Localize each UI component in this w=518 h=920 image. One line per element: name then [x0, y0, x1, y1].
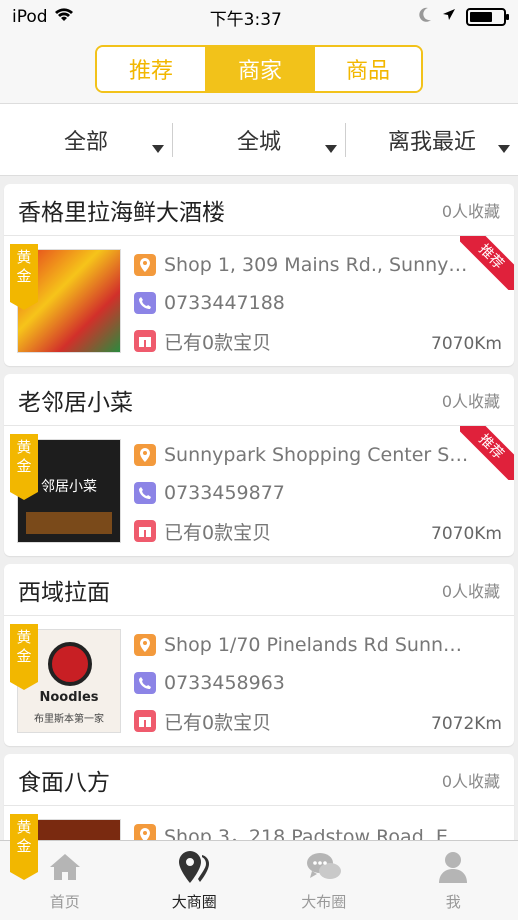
filter-category-label: 全部: [63, 129, 108, 155]
recommend-ribbon: 推荐: [460, 426, 514, 480]
shop-distance: 7070Km: [431, 524, 502, 544]
favorites-count: 0人收藏: [441, 581, 500, 601]
tab-community-label: 大布圈: [301, 893, 347, 911]
segmented-control: 推荐 商家 商品: [95, 44, 423, 93]
shop-name: 老邻居小菜: [18, 389, 133, 416]
gold-badge: 黄金: [10, 434, 38, 500]
gold-badge: 黄金: [10, 814, 38, 880]
recommend-ribbon-label: 推荐: [460, 426, 514, 480]
shop-name: 西域拉面: [18, 579, 110, 606]
location-pin-icon: [134, 444, 156, 466]
shop-distance: 7070Km: [431, 334, 502, 354]
segment-recommend[interactable]: 推荐: [97, 46, 205, 91]
clock: 下午3:37: [209, 9, 282, 30]
status-bar: iPod 下午3:37: [0, 0, 518, 34]
shop-address: Shop 1/70 Pinelands Rd Sunn…: [164, 634, 463, 656]
favorites-count: 0人收藏: [441, 391, 500, 411]
chat-bubbles-icon: [306, 849, 342, 885]
shop-card[interactable]: 香格里拉海鲜大酒楼 0人收藏 黄金 Shop 1, 309 Mains Rd.,…: [4, 184, 514, 366]
segment-merchants[interactable]: 商家: [205, 46, 313, 91]
favorites-count: 0人收藏: [441, 201, 500, 221]
filter-area-label: 全城: [236, 129, 281, 155]
shop-card[interactable]: 老邻居小菜 0人收藏 黄金 邻居小菜 Sunnypark Shopping Ce…: [4, 374, 514, 556]
recommend-ribbon: 推荐: [460, 236, 514, 290]
segment-products[interactable]: 商品: [313, 46, 421, 91]
phone-icon: [134, 482, 156, 504]
filter-category[interactable]: 全部: [0, 123, 172, 157]
shop-distance: 7072Km: [431, 714, 502, 734]
gift-icon: [134, 520, 156, 542]
shop-phone[interactable]: 0733447188: [164, 292, 285, 314]
tab-me[interactable]: 我: [389, 841, 518, 920]
recommend-ribbon-label: 推荐: [460, 236, 514, 290]
filter-sort-label: 离我最近: [387, 129, 476, 155]
shop-item-count: 已有0款宝贝: [164, 711, 272, 734]
favorites-count: 0人收藏: [441, 771, 500, 791]
shop-name: 食面八方: [18, 769, 110, 796]
tab-home-label: 首页: [49, 893, 80, 911]
home-icon: [47, 849, 83, 885]
carrier-label: iPod: [12, 7, 48, 27]
wifi-icon: [54, 7, 74, 28]
shop-item-count: 已有0款宝贝: [164, 521, 272, 544]
location-pin-icon: [134, 254, 156, 276]
thumbnail-subtitle-text: 布里斯本第一家: [34, 714, 104, 725]
shop-list: 香格里拉海鲜大酒楼 0人收藏 黄金 Shop 1, 309 Mains Rd.,…: [0, 176, 518, 920]
gift-icon: [134, 330, 156, 352]
gold-badge: 黄金: [10, 244, 38, 310]
shop-phone[interactable]: 0733458963: [164, 672, 285, 694]
filter-bar: 全部 全城 离我最近: [0, 104, 518, 176]
shop-card[interactable]: 西域拉面 0人收藏 黄金 Noodles 布里斯本第一家 Shop 1/70 Pi…: [4, 564, 514, 746]
caret-down-icon: [152, 144, 164, 153]
shop-address: Sunnypark Shopping Center S…: [164, 444, 469, 466]
shop-phone[interactable]: 0733459877: [164, 482, 285, 504]
tab-business-circle-label: 大商圈: [171, 893, 217, 911]
phone-icon: [134, 672, 156, 694]
shop-name: 香格里拉海鲜大酒楼: [18, 199, 225, 226]
phone-icon: [134, 292, 156, 314]
shop-item-count: 已有0款宝贝: [164, 331, 272, 354]
filter-sort[interactable]: 离我最近: [345, 122, 518, 157]
location-pin-icon: [134, 634, 156, 656]
tab-bar: 首页 大商圈 大布圈 我: [0, 840, 518, 920]
battery-icon: [466, 8, 509, 26]
tab-business-circle[interactable]: 大商圈: [130, 841, 260, 920]
shop-address: Shop 1, 309 Mains Rd., Sunny…: [164, 254, 468, 276]
moon-icon: [418, 7, 432, 28]
caret-down-icon: [325, 144, 337, 153]
person-icon: [435, 849, 471, 885]
thumbnail-title-text: Noodles: [39, 690, 99, 705]
tab-community[interactable]: 大布圈: [259, 841, 389, 920]
location-arrow-icon: [442, 7, 456, 27]
gold-badge: 黄金: [10, 624, 38, 690]
filter-area[interactable]: 全城: [172, 122, 345, 157]
header: 推荐 商家 商品: [0, 34, 518, 104]
caret-down-icon: [498, 144, 510, 153]
tab-me-label: 我: [445, 893, 461, 911]
gift-icon: [134, 710, 156, 732]
map-pin-icon: [176, 849, 212, 885]
